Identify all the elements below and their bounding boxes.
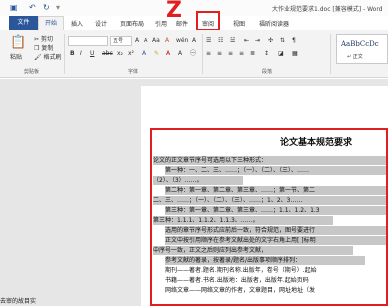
enclose-char-icon[interactable]: ㊀: [190, 50, 196, 58]
tab-insert[interactable]: 插入: [71, 19, 83, 28]
cut-icon: ✂: [34, 36, 40, 43]
superscript-icon[interactable]: x²: [128, 50, 134, 58]
show-marks-icon[interactable]: ¶: [292, 37, 296, 45]
chinese-layout-icon[interactable]: ✣: [268, 37, 273, 45]
style-normal[interactable]: AaBbCcDc ↵ 正文: [336, 34, 388, 64]
bold-icon[interactable]: B: [70, 50, 75, 58]
sort-icon[interactable]: ⇅: [280, 37, 285, 45]
window-title: 大作业规范要求1.doc [兼容模式] - Word: [272, 6, 383, 13]
shading-icon[interactable]: ◪: [278, 50, 284, 58]
distributed-icon[interactable]: ≣: [250, 50, 255, 58]
align-left-icon[interactable]: ≡: [206, 50, 211, 58]
document-line: 第三种：第一章、第二章、第三章、……；1.1、1.2、1.3: [165, 206, 386, 215]
font-name-combo[interactable]: [68, 36, 108, 46]
numbering-icon[interactable]: ☷: [218, 37, 223, 45]
increase-indent-icon[interactable]: ⇥: [255, 37, 260, 45]
font-size-combo[interactable]: 五号: [110, 36, 132, 46]
grow-font-icon[interactable]: A: [135, 37, 139, 45]
format-painter-button[interactable]: 🖌 格式刷: [34, 54, 62, 62]
shrink-font-icon[interactable]: A: [144, 37, 147, 45]
line-spacing-icon[interactable]: ↕: [264, 50, 269, 58]
document-line: 期刊——著者.题名.期刊名称.出版年，卷号（期号）.起始: [165, 267, 317, 274]
document-line: 第二种：第一章、第二章、第三章、……；第一节、第二: [165, 186, 386, 195]
borders-icon[interactable]: ▦: [292, 50, 298, 58]
group-separator: [202, 34, 203, 74]
brush-icon: 🖌: [34, 54, 42, 61]
document-line: 选用的章节序号形式应前后一致，符合规范，图号要进行: [165, 226, 386, 235]
paragraph-group-label: 段落: [262, 69, 273, 75]
cut-button[interactable]: ✂ 剪切: [34, 36, 53, 44]
title-bar: ▣ ↶ ↻ ▾ 大作业规范要求1.doc [兼容模式] - Word: [0, 0, 388, 16]
tab-home[interactable]: 开始: [38, 16, 64, 30]
copy-button[interactable]: ❐ 复制: [34, 45, 53, 53]
change-case-icon[interactable]: Aa: [152, 37, 160, 45]
document-line: （2）、（3）……。: [153, 176, 243, 185]
style-name: ↵ 正文: [347, 54, 363, 60]
document-line: 网络文章——网络文章的作者，文章题目，网址地址（发: [165, 287, 316, 294]
document-line: 二、三、……；（一）、（二）、（三）、……；1、2、3……: [153, 196, 386, 205]
char-shading-icon[interactable]: A: [178, 50, 182, 58]
annotation-z-mark: Z: [166, 0, 182, 23]
multilevel-list-icon[interactable]: ☱: [230, 37, 235, 45]
align-center-icon[interactable]: ≡: [217, 50, 222, 58]
paste-button[interactable]: 粘贴: [10, 54, 22, 62]
copy-icon: ❐: [34, 45, 40, 52]
redo-icon[interactable]: ↻: [43, 3, 50, 12]
tab-view[interactable]: 视图: [233, 19, 245, 28]
document-line: 书籍——著者.书名.出版地：出版者，出版年.起始页码: [165, 277, 309, 284]
paste-icon[interactable]: 📋: [10, 36, 26, 50]
tab-file[interactable]: 文件: [9, 16, 38, 30]
justify-icon[interactable]: ≡: [239, 50, 244, 58]
tab-design[interactable]: 设计: [95, 19, 107, 28]
bullets-icon[interactable]: ☰: [206, 37, 211, 45]
font-color-icon[interactable]: A: [166, 50, 170, 58]
strikethrough-icon[interactable]: abc: [102, 50, 113, 58]
clear-format-icon[interactable]: A: [165, 37, 169, 45]
group-separator: [330, 34, 331, 74]
phonetic-guide-icon[interactable]: wén: [176, 37, 188, 45]
char-border-icon[interactable]: A: [192, 37, 196, 45]
document-line: 中序号一致，正文之后则应列出参考文献，: [153, 246, 353, 255]
customize-quick-access-icon[interactable]: ▾: [56, 3, 60, 12]
undo-icon[interactable]: ↶: [29, 3, 36, 12]
document-heading: 论文基本规范要求: [280, 138, 353, 148]
clipboard-group-label: 剪贴板: [24, 69, 40, 75]
group-separator: [64, 34, 65, 74]
tab-page-layout[interactable]: 页面布局: [120, 19, 144, 28]
underline-icon[interactable]: U: [90, 50, 94, 58]
italic-icon[interactable]: I: [80, 50, 82, 58]
font-group-label: 字体: [128, 69, 139, 75]
annotation-review-highlight: [196, 11, 220, 31]
save-icon[interactable]: ▣: [10, 3, 18, 12]
caption-text: 去审的故目实: [0, 298, 37, 305]
tab-foxit-reader[interactable]: 福昕阅读器: [259, 19, 289, 28]
document-line: 参考文献的著录，按著录/题名/出版事项顺序排列：: [165, 256, 365, 265]
document-line: 论文的正文章节序号可选用以下三种形式：: [153, 156, 386, 165]
text-effects-icon[interactable]: A: [142, 50, 146, 58]
document-line: 第一种：一、二、三、……；（一）、（二）、（三）、……: [165, 166, 386, 175]
align-right-icon[interactable]: ≡: [228, 50, 233, 58]
ribbon-home: 📋 粘贴 ✂ 剪切 ❐ 复制 🖌 格式刷 剪贴板 五号 A A Aa A wén…: [0, 30, 388, 78]
decrease-indent-icon[interactable]: ⇤: [244, 37, 249, 45]
document-line: 第三种：1.1.1、1.1.2、1.1.3、……。: [153, 216, 333, 225]
subscript-icon[interactable]: x₂: [117, 50, 123, 58]
highlight-icon[interactable]: ✎: [154, 50, 159, 58]
document-line: 正文中按引用顺序在参考文献出处的文字右角上用[ ]标明: [165, 236, 386, 245]
style-sample: AaBbCcDc: [341, 40, 379, 48]
